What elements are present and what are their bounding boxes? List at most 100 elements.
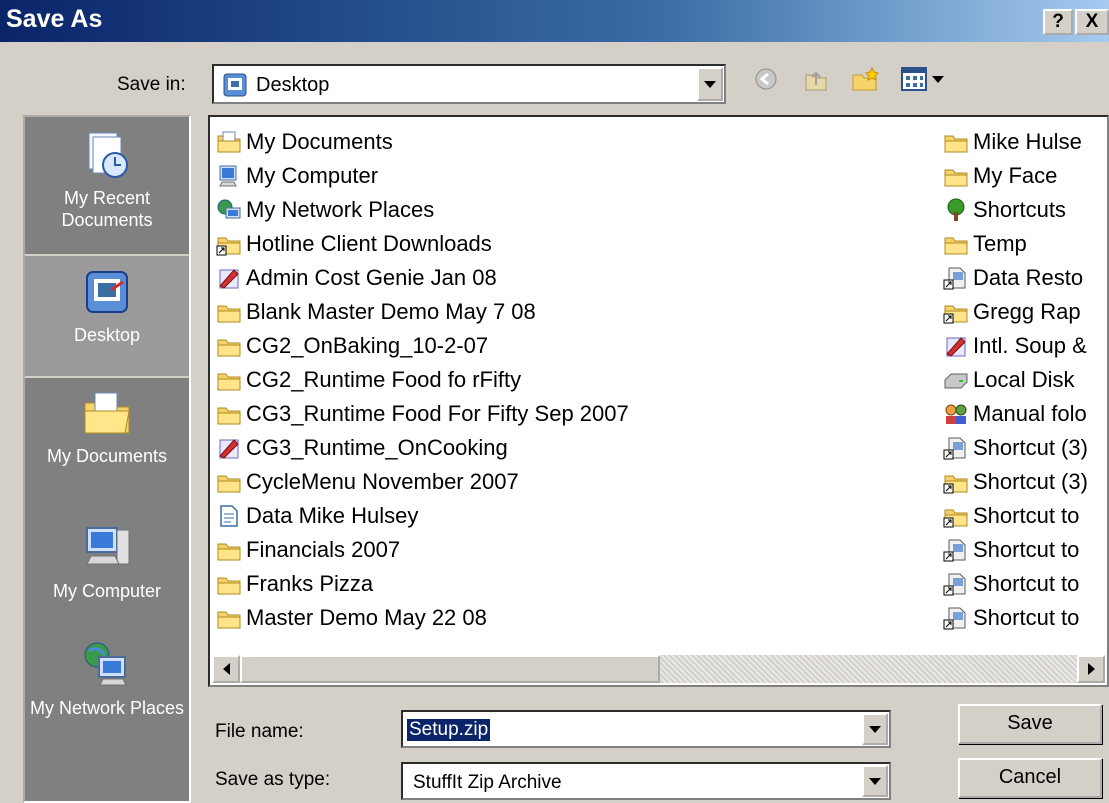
file-list-item[interactable]: Shortcut to [943, 601, 1088, 635]
shortcut-icon [943, 573, 966, 596]
file-name-text: Shortcut to [973, 605, 1080, 630]
file-list-item[interactable]: Shortcuts [943, 193, 1088, 227]
file-list-item[interactable]: Franks Pizza [216, 567, 629, 601]
file-list-item[interactable]: CG3_Runtime_OnCooking [216, 431, 629, 465]
help-button[interactable]: ? [1043, 9, 1073, 35]
scroll-right-button[interactable] [1077, 655, 1105, 683]
place-my-documents[interactable]: My Documents [25, 387, 189, 467]
file-name-text: Financials 2007 [246, 537, 401, 562]
file-name-text: Mike Hulse [973, 129, 1082, 154]
file-list-item[interactable]: Shortcut to [943, 499, 1088, 533]
folder-icon [217, 475, 241, 493]
save-as-type-dropdown-button[interactable] [862, 765, 888, 797]
file-list-item[interactable]: CycleMenu November 2007 [216, 465, 629, 499]
file-name-text: Shortcut (3) [973, 469, 1088, 494]
desktop-icon [86, 271, 128, 313]
place-label: My Computer [52, 581, 162, 601]
file-list-item[interactable]: Shortcut to [943, 533, 1088, 567]
file-list-item[interactable]: Manual folo [943, 397, 1088, 431]
file-list-item[interactable]: Data Resto [943, 261, 1088, 295]
views-menu-button[interactable] [900, 66, 950, 94]
file-name-text: Shortcut to [973, 571, 1080, 596]
views-icon [901, 67, 927, 91]
back-icon[interactable] [752, 65, 780, 93]
file-name-text: CG2_OnBaking_10-2-07 [246, 333, 489, 358]
place-label: My Recent Documents [61, 188, 153, 230]
folder-icon [217, 543, 241, 561]
place-my-computer[interactable]: My Computer [25, 522, 189, 602]
file-name-text: Shortcut to [973, 537, 1080, 562]
file-name-text: My Computer [246, 163, 379, 188]
horizontal-scrollbar[interactable] [212, 655, 1105, 683]
file-name-dropdown-button[interactable] [862, 713, 888, 745]
file-list-item[interactable]: Intl. Soup & [943, 329, 1088, 363]
file-list-item[interactable]: Shortcut (3) [943, 431, 1088, 465]
file-name-text: CG3_Runtime_OnCooking [246, 435, 508, 460]
file-name-text: Temp [973, 231, 1027, 256]
cancel-button[interactable]: Cancel [958, 758, 1102, 798]
file-list-item[interactable]: Admin Cost Genie Jan 08 [216, 261, 629, 295]
file-list-item[interactable]: Shortcut (3) [943, 465, 1088, 499]
file-name-field[interactable]: Setup.zip [401, 710, 891, 748]
file-list-item[interactable]: My Face [943, 159, 1088, 193]
folder-icon [217, 577, 241, 595]
file-column-2: Mike Hulse My Face Shortcuts Temp Data Resto… [943, 125, 1088, 635]
file-list-item[interactable]: Local Disk [943, 363, 1088, 397]
my-documents-icon [84, 392, 130, 434]
file-list-item[interactable]: Master Demo May 22 08 [216, 601, 629, 635]
folder-shortcut-icon [943, 475, 968, 494]
place-label: My Documents [46, 446, 168, 466]
file-list-item[interactable]: Financials 2007 [216, 533, 629, 567]
file-name-text: Data Mike Hulsey [246, 503, 419, 528]
save-in-combo[interactable]: Desktop [212, 64, 726, 104]
file-list-item[interactable]: My Computer [216, 159, 629, 193]
scroll-left-button[interactable] [212, 655, 240, 683]
file-name-text: Intl. Soup & [973, 333, 1087, 358]
recent-documents-icon [88, 132, 128, 178]
file-list-item[interactable]: Hotline Client Downloads [216, 227, 629, 261]
file-list-item[interactable]: Gregg Rap [943, 295, 1088, 329]
arrow-right-icon [1087, 663, 1095, 675]
file-list-item[interactable]: Shortcut to [943, 567, 1088, 601]
new-folder-icon[interactable] [850, 65, 880, 93]
file-list[interactable]: My Documents My Computer My Network Places… [208, 115, 1109, 687]
file-name-value[interactable]: Setup.zip [407, 719, 491, 741]
folder-icon [217, 407, 241, 425]
shortcut-icon [943, 539, 966, 562]
shortcut-icon [943, 267, 966, 290]
desktop-icon [223, 73, 247, 97]
file-name-label: File name: [215, 721, 304, 742]
file-list-item[interactable]: CG2_Runtime Food fo rFifty [216, 363, 629, 397]
file-list-item[interactable]: Data Mike Hulsey [216, 499, 629, 533]
document-icon [220, 505, 238, 527]
save-in-label: Save in: [117, 74, 186, 95]
place-recent-documents[interactable]: My Recent Documents [25, 129, 189, 231]
file-name-text: Gregg Rap [973, 299, 1081, 324]
scroll-thumb[interactable] [240, 655, 660, 683]
up-folder-icon[interactable] [802, 65, 830, 93]
save-as-type-select[interactable]: StuffIt Zip Archive [401, 762, 891, 800]
app-icon [219, 439, 239, 459]
save-button[interactable]: Save [958, 704, 1102, 744]
file-list-item[interactable]: My Network Places [216, 193, 629, 227]
tree-icon [947, 198, 965, 221]
place-desktop[interactable]: Desktop [25, 254, 189, 378]
save-as-type-value: StuffIt Zip Archive [413, 772, 562, 793]
place-my-network-places[interactable]: My Network Places [25, 639, 189, 719]
folder-icon [944, 237, 968, 255]
window-title: Save As [6, 5, 103, 33]
file-list-item[interactable]: Blank Master Demo May 7 08 [216, 295, 629, 329]
file-name-text: Admin Cost Genie Jan 08 [246, 265, 497, 290]
file-list-item[interactable]: CG3_Runtime Food For Fifty Sep 2007 [216, 397, 629, 431]
file-name-text: Master Demo May 22 08 [246, 605, 487, 630]
folder-icon [217, 611, 241, 629]
close-button[interactable]: X [1075, 9, 1109, 35]
my-computer-icon [86, 527, 130, 565]
folder-icon [217, 305, 241, 323]
file-list-item[interactable]: Temp [943, 227, 1088, 261]
file-list-item[interactable]: Mike Hulse [943, 125, 1088, 159]
shortcut-icon [943, 607, 966, 630]
file-list-item[interactable]: CG2_OnBaking_10-2-07 [216, 329, 629, 363]
file-list-item[interactable]: My Documents [216, 125, 629, 159]
save-in-dropdown-button[interactable] [697, 67, 723, 101]
